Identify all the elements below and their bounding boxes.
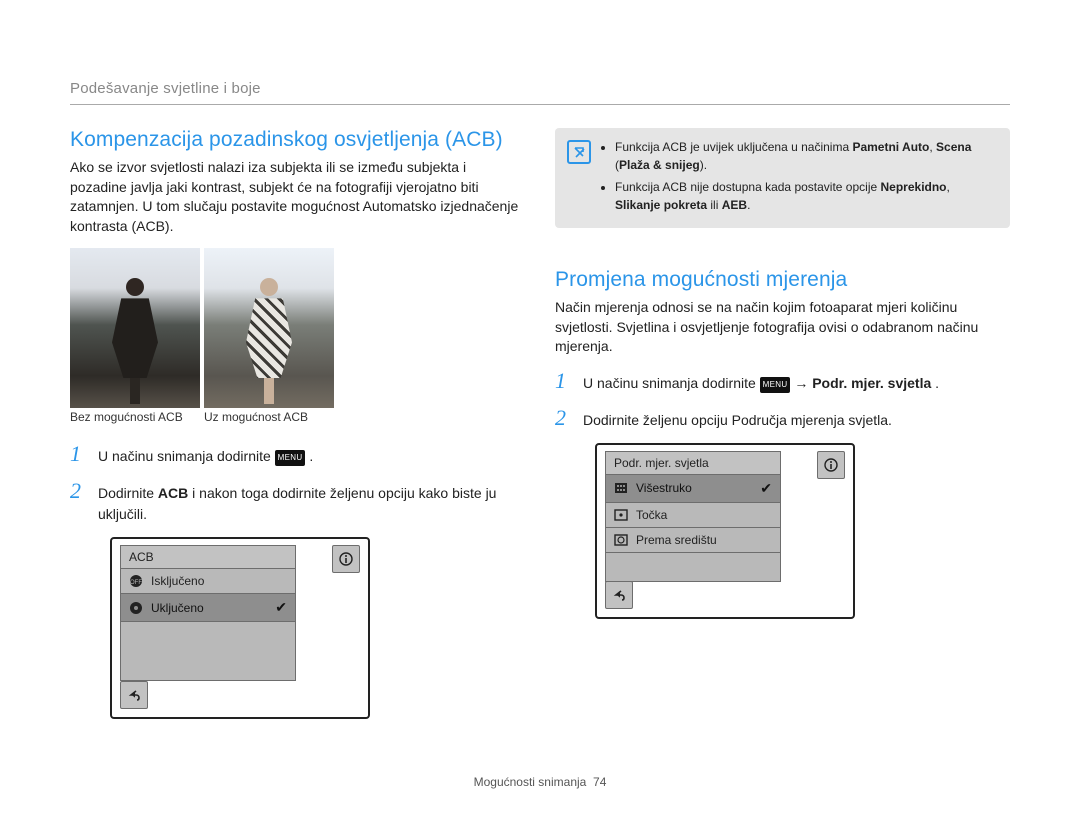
- metering-intro: Način mjerenja odnosi se na način kojim …: [555, 298, 1010, 357]
- rstep1-mid: →: [794, 375, 812, 391]
- metering-panel: Podr. mjer. svjetla Višestruko ✔: [595, 443, 855, 619]
- breadcrumb: Podešavanje svjetline i boje: [70, 80, 261, 97]
- rstep2-text: Dodirnite željenu opciju Područja mjeren…: [583, 406, 1010, 431]
- note-line-2: Funkcija ACB nije dostupna kada postavit…: [615, 178, 998, 214]
- heading-acb: Kompenzacija pozadinskog osvjetljenja (A…: [70, 128, 525, 152]
- photo-without-acb: [70, 248, 200, 408]
- panel-title: Podr. mjer. svjetla: [606, 452, 780, 475]
- panel-title: ACB: [121, 546, 295, 569]
- left-column: Kompenzacija pozadinskog osvjetljenja (A…: [70, 128, 525, 719]
- heading-metering: Promjena mogućnosti mjerenja: [555, 268, 1010, 292]
- acb-option-on[interactable]: Uključeno ✔: [121, 594, 295, 622]
- metering-multi-label: Višestruko: [636, 481, 692, 495]
- step-number: 2: [70, 479, 88, 525]
- caption-with-acb: Uz mogućnost ACB: [204, 410, 334, 424]
- step-number: 2: [555, 406, 573, 431]
- left-step-1: 1 U načinu snimanja dodirnite MENU .: [70, 442, 525, 467]
- acb-option-list: ACB OFF Isključeno Uključeno: [120, 545, 296, 681]
- info-button[interactable]: [817, 451, 845, 479]
- photo-with-acb: [204, 248, 334, 408]
- acb-panel: ACB OFF Isključeno Uključeno: [110, 537, 370, 719]
- metering-option-list: Podr. mjer. svjetla Višestruko ✔: [605, 451, 781, 582]
- note-line-1: Funkcija ACB je uvijek uključena u način…: [615, 138, 998, 174]
- acb-option-off[interactable]: OFF Isključeno: [121, 569, 295, 594]
- footer-label: Mogućnosti snimanja: [474, 775, 587, 789]
- check-icon: ✔: [275, 599, 287, 616]
- step2-text-a: Dodirnite: [98, 485, 158, 501]
- photo-comparison: [70, 248, 525, 408]
- acb-off-icon: OFF: [129, 574, 143, 588]
- center-metering-icon: [614, 533, 628, 547]
- step1-text-post: .: [309, 448, 313, 464]
- acb-option-off-label: Isključeno: [151, 574, 204, 588]
- right-step-2: 2 Dodirnite željenu opciju Područja mjer…: [555, 406, 1010, 431]
- multi-metering-icon: [614, 481, 628, 495]
- metering-spot-label: Točka: [636, 508, 667, 522]
- check-icon: ✔: [760, 480, 772, 497]
- back-button[interactable]: [120, 681, 148, 709]
- note-box: Funkcija ACB je uvijek uključena u način…: [555, 128, 1010, 228]
- step1-text-pre: U načinu snimanja dodirnite: [98, 448, 275, 464]
- step-number: 1: [555, 369, 573, 394]
- spot-metering-icon: [614, 508, 628, 522]
- step2-text-b: ACB: [158, 485, 188, 501]
- menu-icon: MENU: [760, 377, 791, 393]
- acb-intro: Ako se izvor svjetlosti nalazi iza subje…: [70, 158, 525, 236]
- step-number: 1: [70, 442, 88, 467]
- svg-text:OFF: OFF: [130, 580, 142, 586]
- right-step-1: 1 U načinu snimanja dodirnite MENU → Pod…: [555, 369, 1010, 394]
- acb-on-icon: [129, 601, 143, 615]
- metering-option-multi[interactable]: Višestruko ✔: [606, 475, 780, 503]
- rstep1-bold: Podr. mjer. svjetla: [812, 375, 931, 391]
- footer-page: 74: [593, 775, 606, 789]
- page-footer: Mogućnosti snimanja 74: [0, 775, 1080, 789]
- divider: [70, 104, 1010, 105]
- acb-option-on-label: Uključeno: [151, 601, 204, 615]
- rstep1-post: .: [935, 375, 939, 391]
- back-button[interactable]: [605, 581, 633, 609]
- menu-icon: MENU: [275, 450, 306, 466]
- metering-option-center[interactable]: Prema središtu: [606, 528, 780, 553]
- metering-center-label: Prema središtu: [636, 533, 717, 547]
- caption-without-acb: Bez mogućnosti ACB: [70, 410, 200, 424]
- metering-option-spot[interactable]: Točka: [606, 503, 780, 528]
- info-button[interactable]: [332, 545, 360, 573]
- left-step-2: 2 Dodirnite ACB i nakon toga dodirnite ž…: [70, 479, 525, 525]
- note-icon: [567, 140, 591, 164]
- rstep1-pre: U načinu snimanja dodirnite: [583, 375, 760, 391]
- right-column: Funkcija ACB je uvijek uključena u način…: [555, 128, 1010, 719]
